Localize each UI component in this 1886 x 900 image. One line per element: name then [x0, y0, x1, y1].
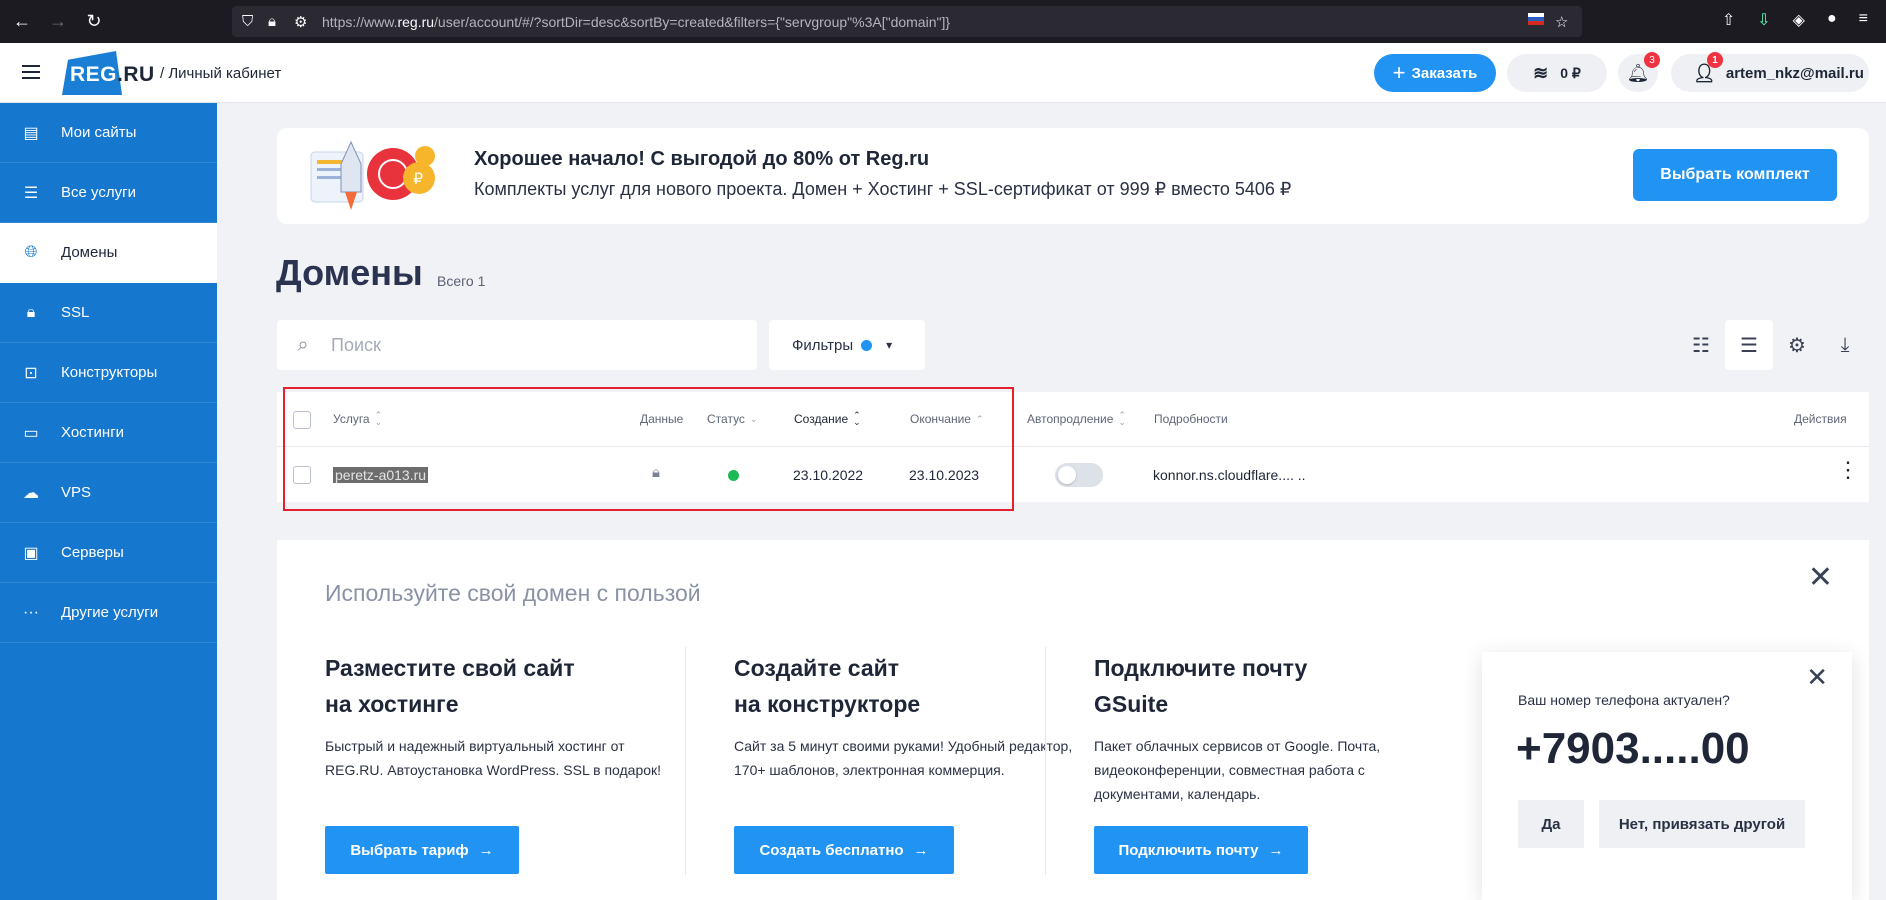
export-download-icon[interactable]: ⤓ — [1821, 320, 1869, 370]
yes-button[interactable]: Да — [1518, 800, 1584, 848]
coins-icon: ≋ — [1533, 62, 1549, 83]
header-autorenew[interactable]: Автопродление ⌃ ⌄ — [1027, 410, 1126, 427]
suggest-gsuite: Подключите почту GSuite Пакет облачных се… — [1094, 655, 1381, 802]
sidebar-item-servers[interactable]: ▣ Серверы — [0, 523, 217, 583]
sidebar-item-vps[interactable]: ☁︎ VPS — [0, 463, 217, 523]
search-icon: ⌕ — [297, 333, 309, 356]
download-icon[interactable]: ⇩ — [1757, 10, 1770, 30]
menu-icon[interactable]: ≡ — [1859, 10, 1868, 30]
sidebar-item-all-services[interactable]: ☰ Все услуги — [0, 163, 217, 223]
card-view-icon[interactable]: ☷ — [1677, 320, 1725, 370]
app-header: REG.RU / Личный кабинет + Заказать ≋ 0 ₽… — [0, 43, 1886, 103]
sidebar-item-other-services[interactable]: ··· Другие услуги — [0, 583, 217, 643]
balance-button[interactable]: ≋ 0 ₽ — [1507, 54, 1607, 92]
russia-flag-icon[interactable] — [1528, 12, 1546, 30]
connect-mail-button[interactable]: Подключить почту → — [1094, 826, 1308, 874]
promo-banner: ₽ Хорошее начало! С выгодой до 80% от Re… — [277, 128, 1869, 224]
phone-number: +7903.....00 — [1516, 724, 1750, 773]
url-text: https://www.reg.ru/user/account/#/?sortD… — [322, 13, 951, 30]
order-button[interactable]: + Заказать — [1374, 54, 1496, 92]
account-email: artem_nkz@mail.ru — [1725, 64, 1864, 82]
sidebar-item-constructors[interactable]: ⊡ Конструкторы — [0, 343, 217, 403]
sidebar-item-ssl[interactable]: 🔒︎ SSL — [0, 283, 217, 343]
sidebar-item-domains[interactable]: 🌐︎ Домены — [0, 223, 217, 283]
account-badge: 1 — [1707, 52, 1723, 68]
arrow-right-icon: → — [913, 841, 929, 859]
view-tools: ☷ ☰ ⚙ ⤓ — [1677, 320, 1869, 370]
close-icon[interactable]: ✕ — [1806, 662, 1828, 693]
header-actions: Действия — [1794, 412, 1847, 426]
forward-arrow-icon[interactable]: → — [44, 8, 72, 36]
list-icon: ☰ — [23, 184, 39, 202]
header-details: Подробности — [1154, 412, 1228, 426]
hamburger-menu-icon[interactable] — [22, 65, 40, 79]
account-button[interactable]: 👤︎ 1 artem_nkz@mail.ru — [1671, 52, 1869, 92]
choose-bundle-button[interactable]: Выбрать комплект — [1633, 149, 1837, 201]
bookmark-star-icon[interactable]: ☆ — [1555, 13, 1573, 31]
cabinet-label: / Личный кабинет — [160, 64, 282, 82]
create-free-button[interactable]: Создать бесплатно → — [734, 826, 954, 874]
search-box: ⌕ — [277, 320, 757, 370]
svg-text:₽: ₽ — [413, 169, 423, 188]
link-other-button[interactable]: Нет, привязать другой — [1599, 800, 1805, 848]
choose-plan-button[interactable]: Выбрать тариф → — [325, 826, 519, 874]
autorenew-toggle[interactable] — [1055, 463, 1103, 487]
suggest-constructor: Создайте сайт на конструкторе Сайт за 5 м… — [734, 655, 1073, 778]
promo-title: Хорошее начало! С выгодой до 80% от Reg.… — [474, 148, 930, 170]
reload-icon[interactable]: ↻ — [80, 8, 108, 36]
promo-subtitle: Комплекты услуг для нового проекта. Доме… — [474, 179, 1292, 199]
constructor-icon: ⊡ — [24, 364, 38, 382]
notifications-badge: 3 — [1644, 52, 1660, 68]
browser-toolbar: ← → ↻ ⛉ 🔒︎ ⚙︎ https://www.reg.ru/user/ac… — [0, 0, 1886, 43]
reg-ru-logo[interactable]: REG.RU / Личный кабинет — [62, 51, 281, 95]
filters-button[interactable]: Фильтры ▾ — [769, 320, 925, 370]
phone-confirm-popup: ✕ Ваш номер телефона актуален? +7903....… — [1482, 652, 1852, 900]
ssl-lock-icon: 🔒︎ — [26, 303, 36, 321]
red-highlight-frame — [283, 387, 1014, 511]
plus-icon: + — [1392, 60, 1406, 85]
pocket-icon[interactable]: ⇧ — [1722, 10, 1735, 30]
search-input[interactable] — [331, 334, 711, 356]
server-icon: ▣ — [23, 544, 39, 562]
row-actions-kebab-icon[interactable]: ⋮ — [1837, 459, 1859, 481]
more-dots-icon: ··· — [23, 603, 39, 621]
arrow-right-icon: → — [478, 841, 494, 859]
address-bar[interactable]: ⛉ 🔒︎ ⚙︎ https://www.reg.ru/user/account/… — [232, 6, 1582, 37]
extension-shield-icon[interactable]: ◈ — [1793, 10, 1805, 30]
close-icon[interactable]: ✕ — [1808, 560, 1833, 595]
notifications-button[interactable]: 🔔︎ 3 — [1618, 52, 1660, 92]
chevron-down-icon: ▾ — [886, 338, 893, 352]
settings-gear-icon[interactable]: ⚙ — [1773, 320, 1821, 370]
divider — [685, 647, 686, 875]
lock-icon[interactable]: 🔒︎ — [268, 13, 286, 31]
phone-question: Ваш номер телефона актуален? — [1518, 692, 1730, 708]
suggestions-title: Используйте свой домен с пользой — [325, 580, 701, 606]
sidebar-item-hosting[interactable]: ▭ Хостинги — [0, 403, 217, 463]
suggest-hosting: Разместите свой сайт на хостинге Быстрый … — [325, 655, 662, 778]
permissions-icon[interactable]: ⚙︎ — [294, 13, 312, 31]
arrow-right-icon: → — [1268, 841, 1284, 859]
total-count: Всего 1 — [437, 273, 486, 289]
vps-icon: ☁︎ — [23, 484, 39, 502]
sites-icon: ▤ — [23, 124, 39, 142]
back-arrow-icon[interactable]: ← — [8, 8, 36, 36]
shield-icon[interactable]: ⛉ — [242, 13, 260, 31]
page-title: Домены — [276, 252, 423, 293]
sort-icon: ⌃ ⌄ — [1118, 410, 1126, 427]
nameservers-details: konnor.ns.cloudflare.... .. — [1153, 467, 1306, 483]
extension-icon[interactable]: ● — [1827, 10, 1837, 30]
promo-illustration: ₽ — [307, 136, 447, 216]
globe-icon: 🌐︎ — [24, 243, 38, 261]
active-filter-dot — [861, 339, 873, 351]
sidebar-item-my-sites[interactable]: ▤ Мои сайты — [0, 103, 217, 163]
hosting-icon: ▭ — [23, 424, 39, 442]
list-view-icon[interactable]: ☰ — [1725, 320, 1773, 370]
sidebar: ▤ Мои сайты ☰ Все услуги 🌐︎ Домены 🔒︎ SS… — [0, 103, 217, 900]
divider — [1045, 647, 1046, 875]
